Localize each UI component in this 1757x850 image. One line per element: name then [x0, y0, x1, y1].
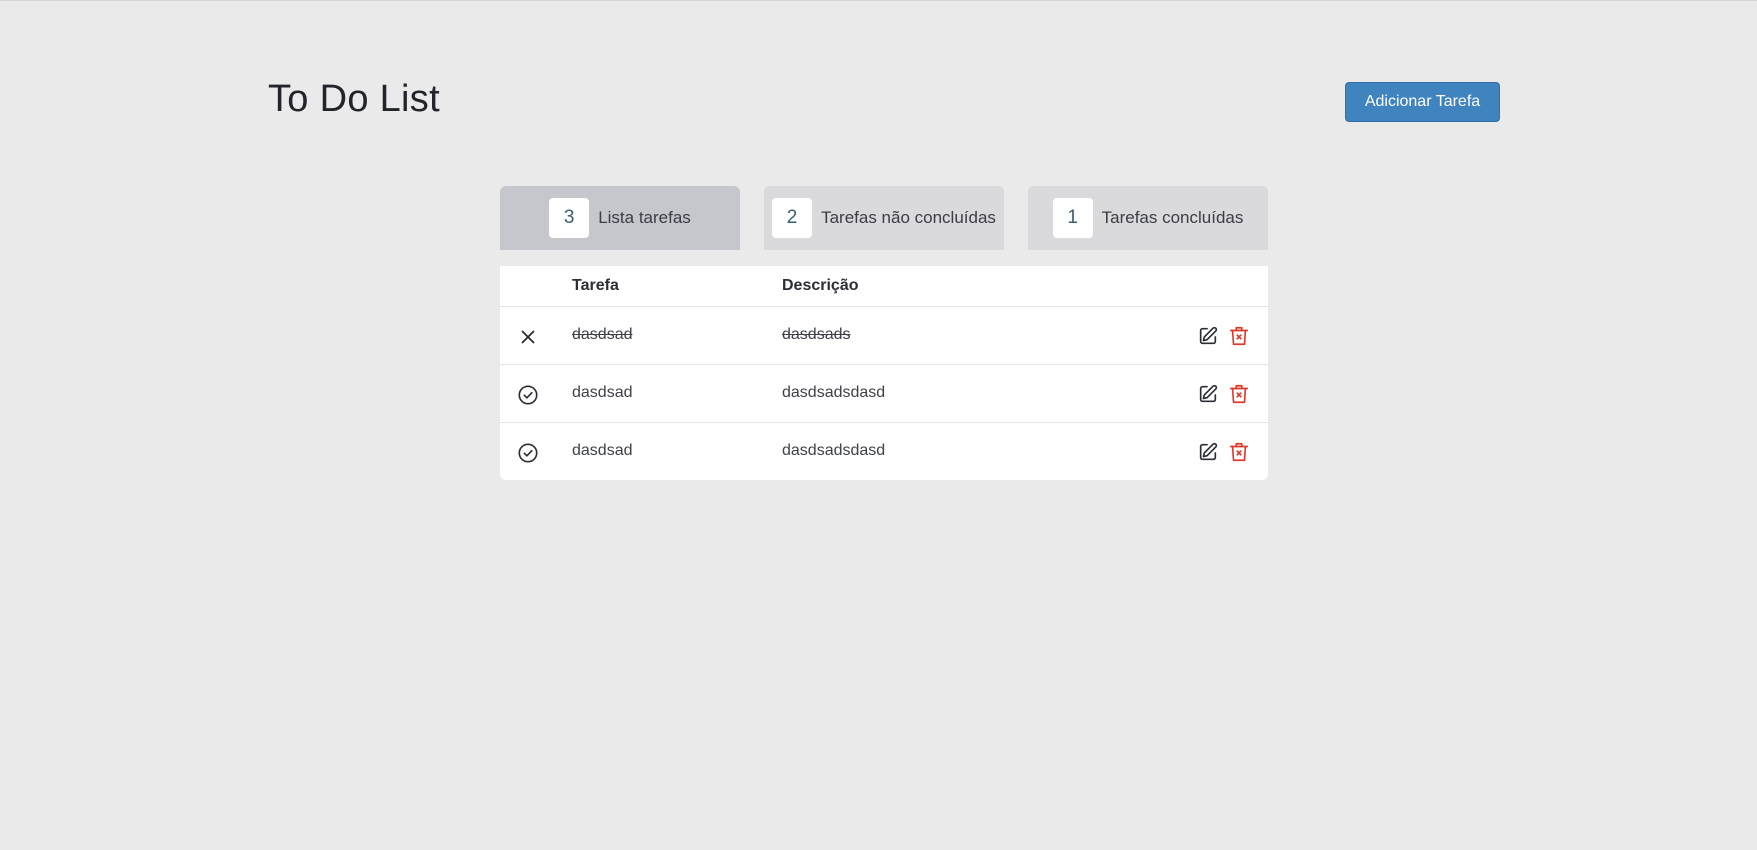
tab-count: 2 [772, 198, 813, 238]
check-circle-icon[interactable] [517, 442, 539, 464]
task-description: dasdsadsdasd [782, 442, 886, 459]
tab-label: Tarefas não concluídas [821, 208, 996, 227]
delete-icon[interactable] [1228, 325, 1250, 347]
x-icon[interactable] [517, 326, 539, 348]
table-row: dasdsad dasdsads [500, 307, 1268, 365]
tab-task-list[interactable]: 3 Lista tarefas [500, 186, 740, 250]
tab-not-completed[interactable]: 2 Tarefas não concluídas [764, 186, 1004, 250]
edit-icon[interactable] [1197, 441, 1219, 463]
tab-count: 1 [1052, 198, 1093, 238]
task-description: dasdsadsdasd [782, 384, 886, 401]
task-name: dasdsad [572, 442, 633, 459]
table-row: dasdsad dasdsadsdasd [500, 365, 1268, 423]
tab-label: Tarefas concluídas [1101, 208, 1244, 227]
table-row: dasdsad dasdsadsdasd [500, 423, 1268, 480]
tab-label: Lista tarefas [598, 208, 691, 227]
check-circle-icon[interactable] [517, 384, 539, 406]
tab-count: 3 [549, 198, 590, 238]
delete-icon[interactable] [1228, 441, 1250, 463]
tab-completed[interactable]: 1 Tarefas concluídas [1028, 186, 1268, 250]
task-name: dasdsad [572, 384, 633, 401]
task-name: dasdsad [572, 326, 633, 343]
task-table: Tarefa Descrição dasdsad dasdsads dasdsa… [500, 266, 1268, 480]
page-title: To Do List [268, 78, 440, 120]
table-header: Tarefa Descrição [500, 266, 1268, 307]
delete-icon[interactable] [1228, 383, 1250, 405]
top-border [0, 0, 1757, 1]
add-task-button[interactable]: Adicionar Tarefa [1345, 82, 1500, 122]
column-header-task: Tarefa [572, 277, 619, 294]
edit-icon[interactable] [1197, 325, 1219, 347]
column-header-description: Descrição [782, 277, 859, 294]
task-description: dasdsads [782, 326, 851, 343]
edit-icon[interactable] [1197, 383, 1219, 405]
